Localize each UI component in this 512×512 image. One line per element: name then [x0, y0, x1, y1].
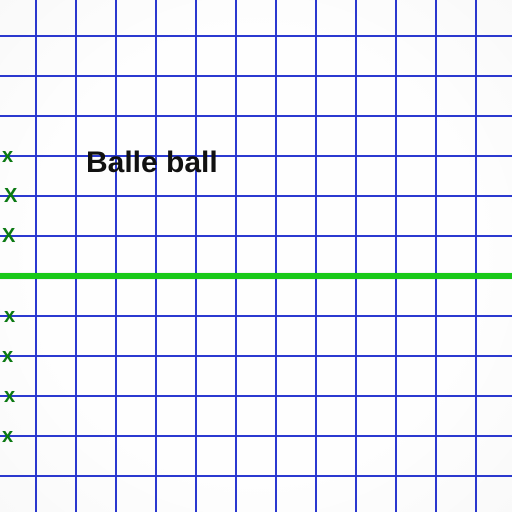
axis-mark: X	[2, 226, 15, 246]
grid-lines	[0, 0, 512, 512]
axis-mark: x	[2, 346, 13, 366]
axis-mark: X	[4, 186, 17, 206]
axis-mark: x	[4, 306, 15, 326]
y-axis-marks: xXXxxxx	[0, 0, 40, 512]
axis-mark: x	[2, 426, 13, 446]
graph-paper: xXXxxxx Balle ball	[0, 0, 512, 512]
axis-mark: x	[2, 146, 13, 166]
chart-title: Balle ball	[86, 146, 218, 180]
axis-mark: x	[4, 386, 15, 406]
x-axis-line	[0, 273, 512, 279]
